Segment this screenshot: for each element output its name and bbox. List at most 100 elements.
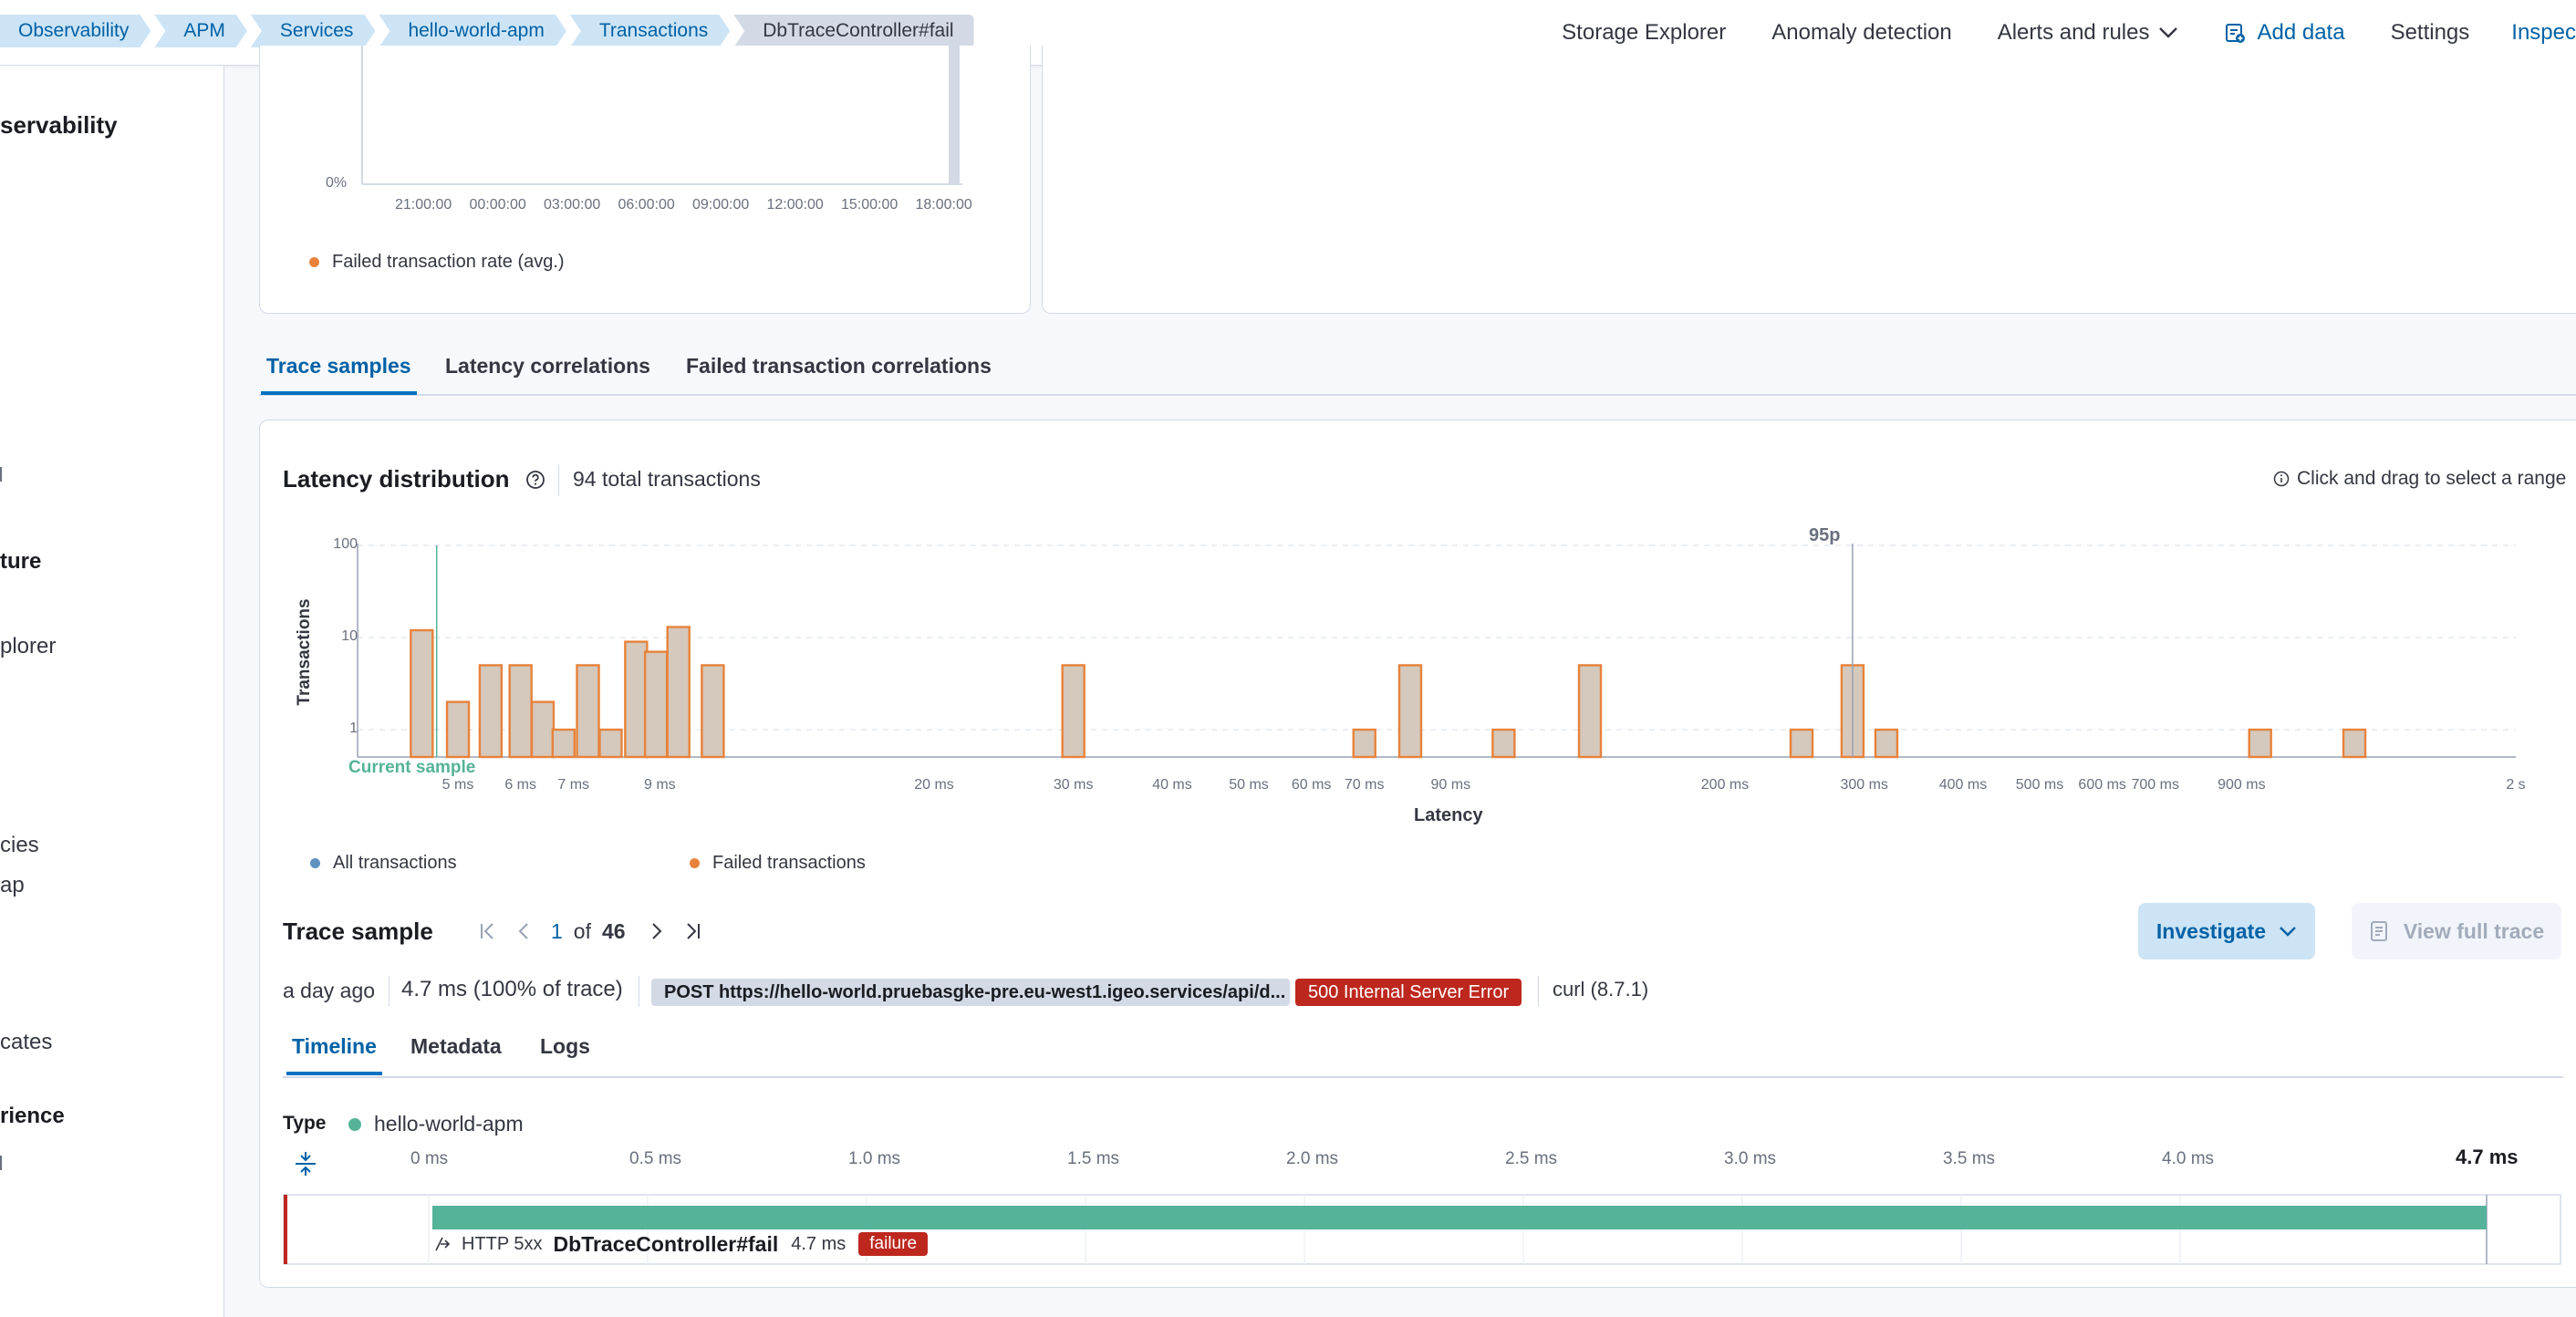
x-tick-label: 9 ms bbox=[643, 777, 676, 793]
failed-rate-legend: Failed transaction rate (avg.) bbox=[309, 252, 565, 273]
trace-duration: 4.7 ms (100% of trace) bbox=[401, 977, 623, 1001]
top-right-panel bbox=[1042, 46, 2576, 314]
next-page-icon[interactable] bbox=[648, 921, 666, 941]
add-data-label: Add data bbox=[2257, 20, 2345, 45]
trace-age: a day ago bbox=[283, 979, 376, 1002]
breadcrumb-apm[interactable]: APM bbox=[154, 15, 247, 47]
settings-link[interactable]: Settings bbox=[2391, 20, 2470, 46]
service-legend: hello-world-apm bbox=[348, 1112, 524, 1136]
x-tick-label: 90 ms bbox=[1430, 777, 1471, 793]
y-axis-label: Transactions bbox=[295, 598, 314, 706]
inspect-link[interactable]: Inspec bbox=[2511, 20, 2576, 46]
legend-dot-failed-rate bbox=[309, 257, 319, 267]
request-badge: POST https://hello-world.pruebasgke-pre.… bbox=[651, 979, 1290, 1006]
timeline-tick-label: 2.5 ms bbox=[1505, 1149, 1558, 1168]
legend-failed-transactions: Failed transactions bbox=[690, 853, 866, 874]
failed-transaction-rate-panel: 0% Failed transaction rate (avg.) 21:00:… bbox=[259, 46, 1031, 314]
span-name: DbTraceController#fail bbox=[553, 1231, 779, 1256]
breadcrumb-observability[interactable]: Observability bbox=[0, 15, 151, 47]
chevron-down-icon bbox=[2280, 927, 2296, 937]
y-tick-0: 0% bbox=[326, 175, 348, 191]
service-dot bbox=[348, 1117, 361, 1131]
failure-badge: failure bbox=[858, 1232, 929, 1256]
span-row[interactable]: HTTP 5xx DbTraceController#fail 4.7 ms f… bbox=[432, 1230, 929, 1258]
timeline-end: 4.7 ms bbox=[2456, 1146, 2519, 1168]
tab-logs[interactable]: Logs bbox=[535, 1034, 596, 1072]
x-tick-label: 12:00:00 bbox=[766, 197, 824, 213]
subtabs: Timeline Metadata Logs bbox=[283, 1034, 2563, 1078]
collapse-icon[interactable] bbox=[292, 1149, 319, 1178]
tab-trace-samples[interactable]: Trace samples bbox=[261, 354, 417, 395]
sidebar-item-infrastructure[interactable]: ture bbox=[0, 549, 41, 575]
breadcrumb-transactions[interactable]: Transactions bbox=[570, 15, 730, 47]
y-tick-label: 100 bbox=[333, 536, 358, 552]
sidebar-item-certificates[interactable]: cates bbox=[0, 1030, 52, 1055]
current-sample-label: Current sample bbox=[348, 758, 476, 777]
help-icon[interactable] bbox=[525, 470, 545, 490]
pagination: 1 of 46 bbox=[478, 918, 702, 945]
x-tick-label: 03:00:00 bbox=[544, 197, 601, 213]
x-tick-label: 00:00:00 bbox=[469, 197, 526, 213]
status-badge: 500 Internal Server Error bbox=[1295, 979, 1522, 1006]
drag-hint: Click and drag to select a range bbox=[2297, 468, 2567, 489]
breadcrumb-services[interactable]: Services bbox=[251, 15, 376, 47]
x-tick-label: 21:00:00 bbox=[395, 197, 452, 213]
sidebar-item-user-experience[interactable]: rience bbox=[0, 1104, 65, 1129]
document-icon bbox=[2370, 921, 2387, 941]
x-tick-label: 900 ms bbox=[2218, 777, 2266, 793]
breadcrumb-service[interactable]: hello-world-apm bbox=[379, 15, 566, 47]
tab-latency-correlations[interactable]: Latency correlations bbox=[440, 354, 656, 391]
divider bbox=[389, 976, 390, 1007]
trace-samples-panel bbox=[259, 420, 2576, 1288]
info-icon bbox=[2273, 471, 2290, 487]
timeline-tick-label: 1.5 ms bbox=[1067, 1149, 1120, 1168]
sidebar-title: servability bbox=[0, 111, 118, 139]
x-tick-label: 30 ms bbox=[1053, 777, 1094, 793]
legend-label-failed-rate: Failed transaction rate (avg.) bbox=[332, 252, 565, 272]
sidebar-divider-mark-2 bbox=[0, 1156, 2, 1170]
storage-explorer-link[interactable]: Storage Explorer bbox=[1562, 20, 1726, 46]
x-tick-label: 300 ms bbox=[1840, 777, 1888, 793]
sidebar-item-service-map[interactable]: ap bbox=[0, 873, 25, 898]
x-tick-label: 20 ms bbox=[914, 777, 954, 793]
x-tick-label: 2 s bbox=[2506, 777, 2526, 793]
type-label: Type bbox=[283, 1113, 327, 1134]
x-tick-label: 06:00:00 bbox=[618, 197, 675, 213]
x-tick-label: 18:00:00 bbox=[915, 197, 972, 213]
alerts-and-rules-menu[interactable]: Alerts and rules bbox=[1998, 20, 2179, 46]
anomaly-detection-link[interactable]: Anomaly detection bbox=[1771, 20, 1951, 46]
add-data-link[interactable]: Add data bbox=[2224, 20, 2345, 46]
trace-sample-title: Trace sample bbox=[283, 918, 433, 945]
timeline-tick-label: 0 ms bbox=[410, 1149, 449, 1168]
y-tick-label: 10 bbox=[341, 628, 358, 644]
latency-title: Latency distribution bbox=[283, 465, 510, 493]
timeline-tick-label: 4.0 ms bbox=[2162, 1149, 2215, 1168]
legend-all-transactions: All transactions bbox=[310, 853, 457, 874]
tab-failed-transaction-correlations[interactable]: Failed transaction correlations bbox=[680, 354, 997, 391]
view-full-trace-button[interactable]: View full trace bbox=[2352, 903, 2561, 959]
investigate-label: Investigate bbox=[2155, 918, 2267, 943]
first-page-icon[interactable] bbox=[478, 921, 498, 941]
breadcrumb-current: DbTraceController#fail bbox=[733, 15, 974, 47]
previous-page-icon[interactable] bbox=[514, 921, 533, 941]
chevron-down-icon bbox=[2159, 27, 2178, 38]
of-label: of bbox=[573, 918, 591, 943]
legend-dot-failed bbox=[690, 858, 700, 868]
last-page-icon[interactable] bbox=[682, 921, 702, 941]
total-pages: 46 bbox=[601, 918, 626, 943]
sidebar-item-dependencies[interactable]: cies bbox=[0, 833, 39, 858]
legend-label-all: All transactions bbox=[333, 853, 457, 873]
total-transactions: 94 total transactions bbox=[573, 467, 761, 491]
x-tick-label: 200 ms bbox=[1700, 777, 1750, 793]
sidebar: servability ture plorer cies ap cates ri… bbox=[0, 66, 224, 1317]
breadcrumb: Observability APM Services hello-world-a… bbox=[0, 15, 978, 47]
x-tick-label: 09:00:00 bbox=[692, 197, 750, 213]
alerts-and-rules-label: Alerts and rules bbox=[1997, 20, 2150, 45]
tab-metadata[interactable]: Metadata bbox=[405, 1034, 507, 1072]
current-page[interactable]: 1 bbox=[551, 919, 563, 944]
legend-label-failed: Failed transactions bbox=[712, 853, 866, 873]
timeline-tick-label: 1.0 ms bbox=[848, 1149, 901, 1168]
investigate-button[interactable]: Investigate bbox=[2138, 903, 2315, 959]
timeline-tick-label: 2.0 ms bbox=[1286, 1149, 1339, 1168]
tab-timeline[interactable]: Timeline bbox=[286, 1034, 382, 1075]
